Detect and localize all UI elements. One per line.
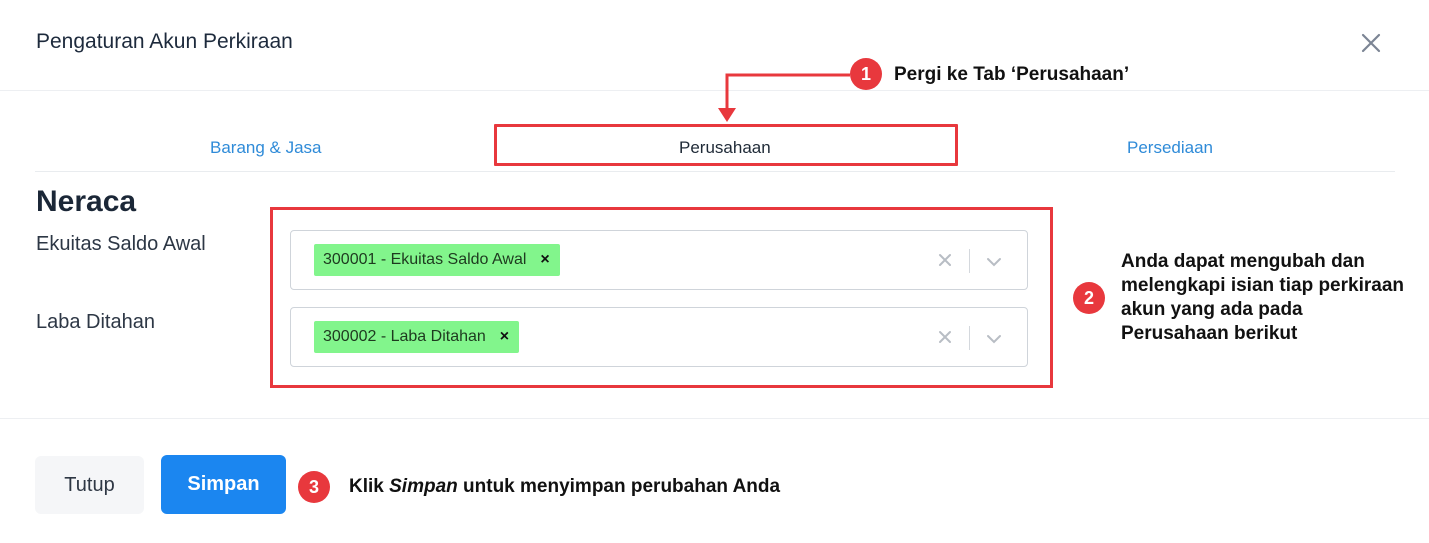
tab-persediaan[interactable]: Persediaan <box>1127 138 1213 158</box>
annotation-badge-3: 3 <box>298 471 330 503</box>
selected-tag: 300001 - Ekuitas Saldo Awal × <box>314 244 560 276</box>
section-title: Neraca <box>36 185 137 218</box>
annotation-text-3-pre: Klik <box>349 476 390 497</box>
ekuitas-select[interactable]: 300001 - Ekuitas Saldo Awal × <box>290 230 1028 290</box>
tab-divider <box>35 171 1395 172</box>
clear-icon[interactable] <box>937 252 953 268</box>
remove-tag-icon[interactable]: × <box>540 251 549 269</box>
tag-label: 300001 - Ekuitas Saldo Awal <box>323 251 527 268</box>
annotation-text-3: Klik Simpan untuk menyimpan perubahan An… <box>349 476 780 498</box>
annotation-badge-2: 2 <box>1073 282 1105 314</box>
tag-label: 300002 - Laba Ditahan <box>323 328 486 345</box>
save-button[interactable]: Simpan <box>161 455 286 514</box>
laba-select[interactable]: 300002 - Laba Ditahan × <box>290 307 1028 367</box>
field-label-ekuitas: Ekuitas Saldo Awal <box>36 233 206 255</box>
annotation-arrow <box>718 73 850 122</box>
tab-highlight-box <box>494 124 958 166</box>
annotation-text-1: Pergi ke Tab ‘Perusahaan’ <box>894 64 1130 85</box>
close-icon[interactable] <box>1359 31 1383 55</box>
close-button[interactable]: Tutup <box>35 456 144 514</box>
tab-barang-jasa[interactable]: Barang & Jasa <box>210 138 322 158</box>
clear-icon[interactable] <box>937 329 953 345</box>
remove-tag-icon[interactable]: × <box>500 328 509 346</box>
annotation-badge-1: 1 <box>850 58 882 90</box>
annotation-text-2: Anda dapat mengubah dan melengkapi isian… <box>1121 251 1404 344</box>
select-separator <box>969 249 970 273</box>
chevron-down-icon[interactable] <box>986 332 1002 344</box>
close-icon-svg <box>1361 33 1381 53</box>
chevron-down-icon[interactable] <box>986 255 1002 267</box>
select-separator <box>969 326 970 350</box>
selected-tag: 300002 - Laba Ditahan × <box>314 321 520 353</box>
modal-title: Pengaturan Akun Perkiraan <box>36 30 293 53</box>
footer-divider <box>0 418 1429 419</box>
annotation-text-3-post: untuk menyimpan perubahan Anda <box>457 476 781 497</box>
field-label-laba: Laba Ditahan <box>36 311 155 333</box>
annotation-text-3-em: Simpan <box>389 476 458 497</box>
